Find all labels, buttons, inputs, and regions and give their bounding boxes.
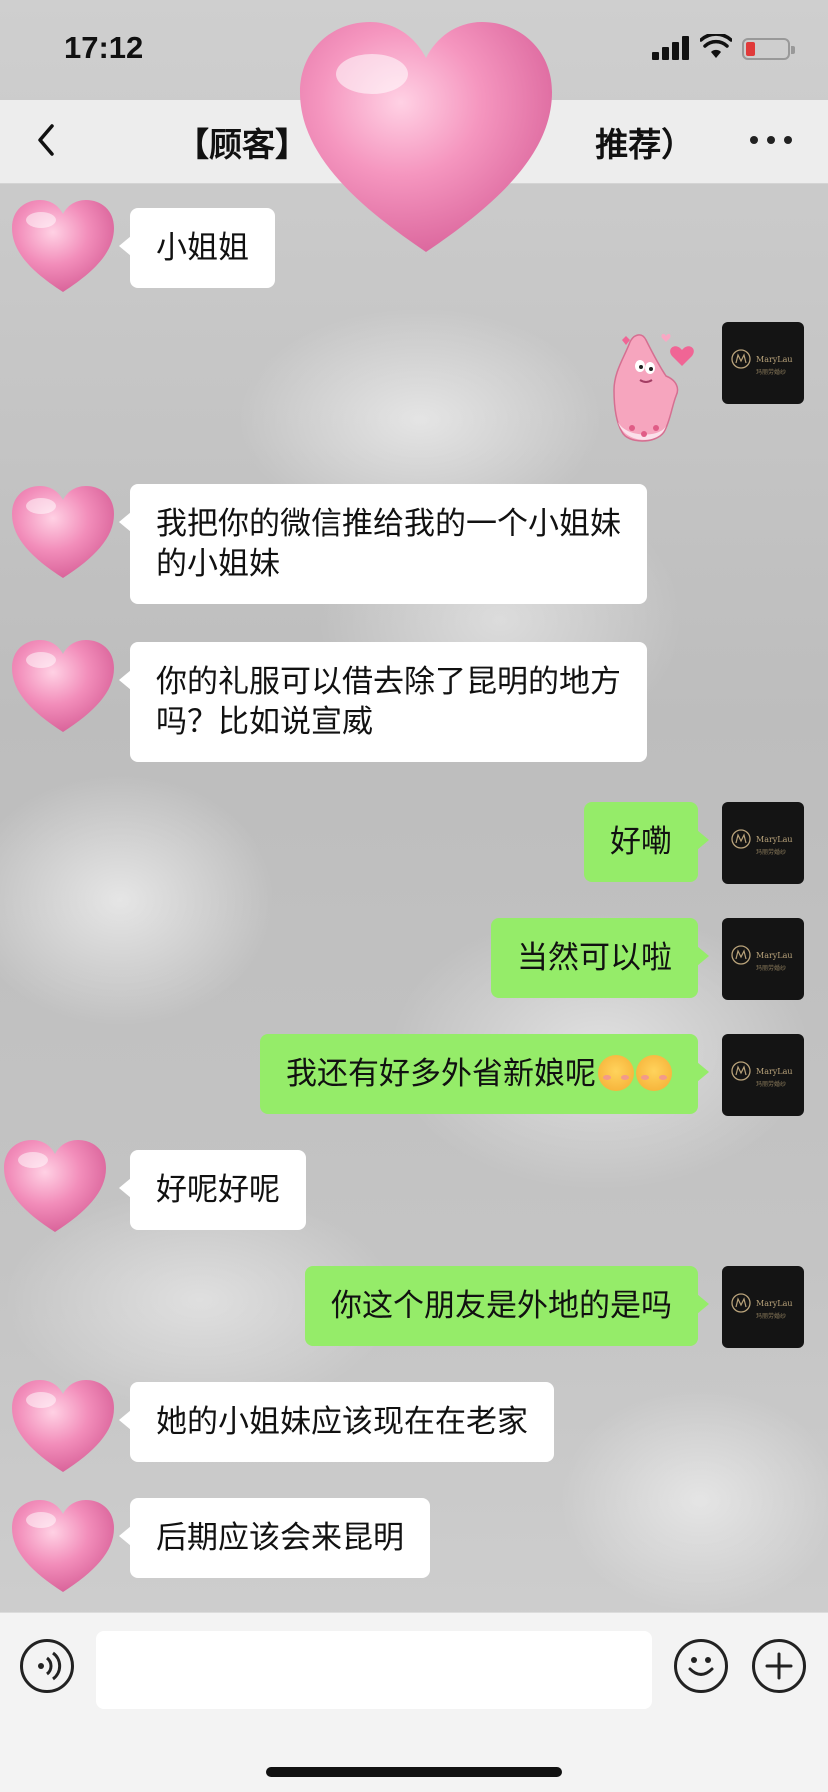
my-avatar[interactable]: MaryLau 玛丽劳婚纱 xyxy=(722,1034,804,1116)
brand-name: MaryLau xyxy=(756,355,793,364)
home-indicator xyxy=(266,1767,562,1777)
message-outgoing[interactable]: 当然可以啦 xyxy=(491,918,709,998)
contact-avatar[interactable] xyxy=(0,1136,110,1236)
my-avatar[interactable]: MaryLau 玛丽劳婚纱 xyxy=(722,322,804,404)
brand-name: MaryLau xyxy=(756,1067,793,1076)
brand-sub: 玛丽劳婚纱 xyxy=(756,849,787,856)
battery-icon xyxy=(742,38,795,60)
input-bar xyxy=(0,1612,828,1792)
message-outgoing[interactable]: 你这个朋友是外地的是吗 xyxy=(305,1266,709,1346)
voice-button[interactable] xyxy=(20,1639,74,1693)
brand-sub: 玛丽劳婚纱 xyxy=(756,1081,787,1088)
more-functions-button[interactable] xyxy=(752,1639,806,1693)
contact-avatar[interactable] xyxy=(8,1376,118,1476)
message-incoming[interactable]: 我把你的微信推给我的一个小姐妹 的小姐妹 xyxy=(119,484,647,604)
message-outgoing[interactable]: 我还有好多外省新娘呢 xyxy=(260,1034,709,1114)
status-time: 17:12 xyxy=(64,30,144,65)
message-incoming[interactable]: 好呢好呢 xyxy=(119,1150,306,1230)
wifi-icon xyxy=(700,34,732,58)
message-text: 我还有好多外省新娘呢 xyxy=(286,1056,596,1092)
message-outgoing[interactable]: 好嘞 xyxy=(584,802,709,882)
brand-sub: 玛丽劳婚纱 xyxy=(756,1313,787,1320)
patrick-star-sticker[interactable] xyxy=(600,322,700,452)
brand-sub: 玛丽劳婚纱 xyxy=(756,369,787,376)
plus-icon xyxy=(765,1652,793,1680)
blush-emoji-icon xyxy=(636,1054,672,1091)
contact-avatar[interactable] xyxy=(8,1496,118,1596)
blush-emoji-icon xyxy=(598,1054,634,1091)
brand-name: MaryLau xyxy=(756,835,793,844)
signal-icon xyxy=(652,36,690,60)
message-incoming[interactable]: 你的礼服可以借去除了昆明的地方 吗？比如说宣威 xyxy=(119,642,647,762)
my-avatar[interactable]: MaryLau 玛丽劳婚纱 xyxy=(722,918,804,1000)
brand-name: MaryLau xyxy=(756,1299,793,1308)
emoji-button[interactable] xyxy=(674,1639,728,1693)
message-incoming[interactable]: 小姐姐 xyxy=(119,208,275,288)
my-avatar[interactable]: MaryLau 玛丽劳婚纱 xyxy=(722,802,804,884)
message-input[interactable] xyxy=(96,1631,652,1709)
contact-avatar[interactable] xyxy=(8,482,118,582)
message-incoming[interactable]: 她的小姐妹应该现在在老家 xyxy=(119,1382,554,1462)
contact-avatar[interactable] xyxy=(8,636,118,736)
brand-name: MaryLau xyxy=(756,951,793,960)
heart-sticker xyxy=(300,22,552,252)
smiley-icon xyxy=(688,1657,714,1676)
brand-sub: 玛丽劳婚纱 xyxy=(756,965,787,972)
back-arrow-icon[interactable] xyxy=(28,120,68,160)
voice-icon xyxy=(38,1651,62,1681)
contact-avatar[interactable] xyxy=(8,196,118,296)
more-options-icon[interactable] xyxy=(748,130,794,150)
message-incoming[interactable]: 后期应该会来昆明 xyxy=(119,1498,430,1578)
my-avatar[interactable]: MaryLau 玛丽劳婚纱 xyxy=(722,1266,804,1348)
